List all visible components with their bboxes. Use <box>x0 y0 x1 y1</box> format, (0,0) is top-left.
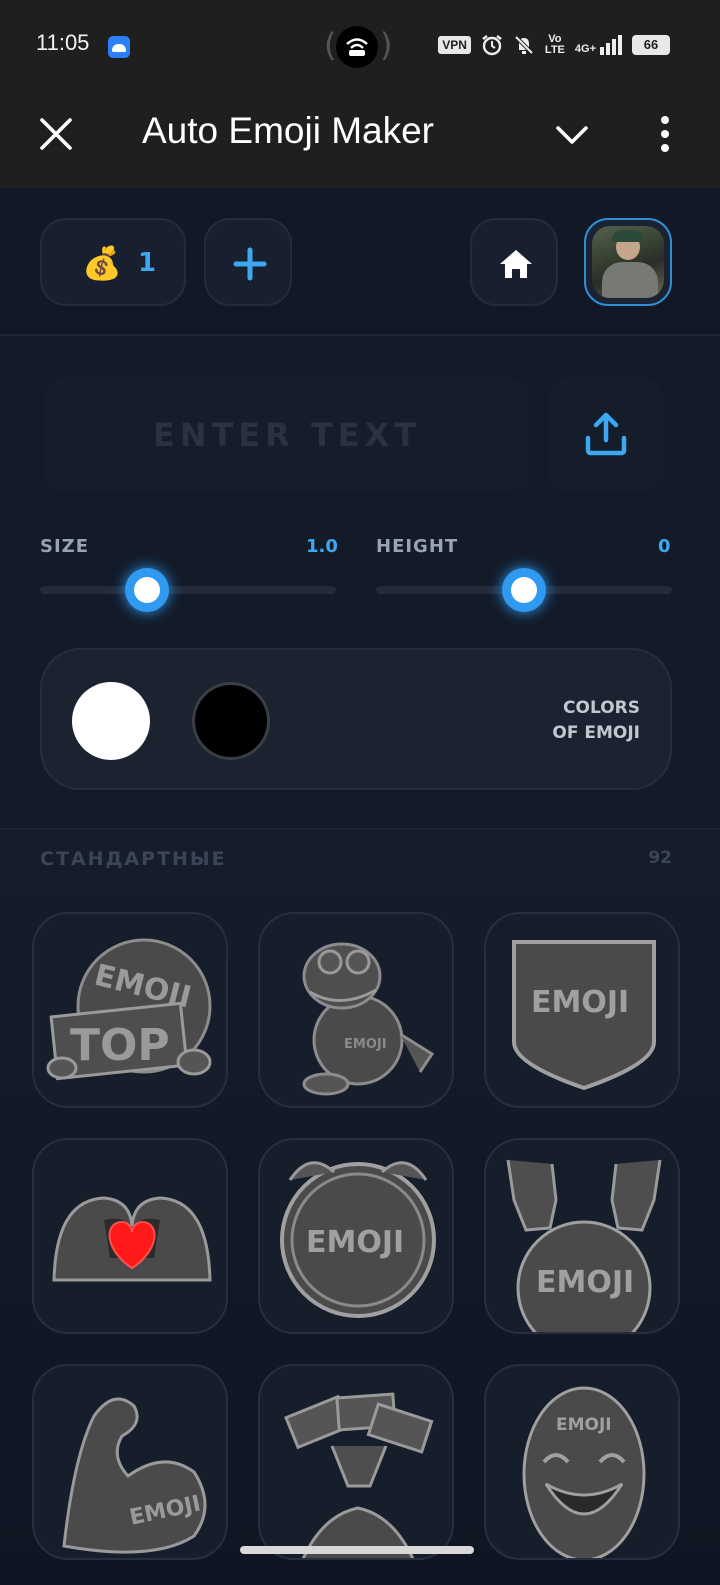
alarm-icon <box>482 35 502 56</box>
mute-icon <box>514 35 534 55</box>
hotspot-indicator: ( ) <box>324 24 392 68</box>
money-bag-icon: 💰 <box>82 244 122 282</box>
upload-icon <box>585 412 627 456</box>
coins-count: 1 <box>138 248 157 278</box>
signal-icon: 4G+ <box>575 35 622 55</box>
volte-indicator: Vo LTE <box>544 33 565 56</box>
svg-text:EMOJI: EMOJI <box>344 1037 387 1052</box>
size-slider-thumb[interactable] <box>124 568 169 612</box>
android-app-icon <box>108 36 130 58</box>
chevron-down-icon[interactable] <box>552 118 592 154</box>
svg-text:EMOJI: EMOJI <box>556 1415 612 1435</box>
upload-button[interactable] <box>548 378 664 492</box>
hotspot-icon <box>336 26 378 68</box>
status-time: 11:05 <box>36 30 90 55</box>
plus-icon <box>233 247 267 281</box>
emoji-tile-smile-mask[interactable]: EMOJI <box>484 1364 680 1560</box>
emoji-colors-panel: COLORS OF EMOJI <box>40 648 672 790</box>
battery-icon: 66 <box>632 35 670 55</box>
emoji-tile-heart-hands[interactable] <box>32 1138 228 1334</box>
text-input[interactable]: ENTER TEXT <box>44 378 530 492</box>
height-value: 0 <box>658 536 671 557</box>
height-slider-thumb[interactable] <box>502 568 546 612</box>
more-vert-icon[interactable] <box>650 114 680 154</box>
size-slider-track[interactable] <box>40 586 336 594</box>
color-swatch-black[interactable] <box>192 682 270 760</box>
text-input-placeholder: ENTER TEXT <box>152 416 422 454</box>
emoji-templates-section: СТАНДАРТНЫЕ 92 EMOJI TOP EMOJI EMOJI EMO… <box>0 830 720 1585</box>
add-button[interactable] <box>204 218 292 306</box>
color-swatch-white[interactable] <box>72 682 150 760</box>
svg-text:TOP: TOP <box>70 1020 170 1071</box>
emoji-tile-flex-arm[interactable]: EMOJI <box>32 1364 228 1560</box>
status-bar: 11:05 ( ) VPN Vo LTE 4G+ 66 <box>0 0 720 88</box>
emoji-tile-rock-hands[interactable]: EMOJI <box>484 1138 680 1334</box>
home-button[interactable] <box>470 218 558 306</box>
section-count: 92 <box>648 848 672 868</box>
gesture-nav-bar[interactable] <box>240 1546 474 1554</box>
avatar-image <box>592 226 664 298</box>
section-title: СТАНДАРТНЫЕ <box>40 848 227 870</box>
emoji-editor: ENTER TEXT SIZE 1.0 HEIGHT 0 COLORS OF E… <box>0 336 720 830</box>
vpn-badge: VPN <box>438 36 471 54</box>
svg-text:EMOJI: EMOJI <box>531 985 629 1020</box>
profile-avatar[interactable] <box>584 218 672 306</box>
emoji-tile-round-badge[interactable]: EMOJI <box>258 1138 454 1334</box>
emoji-tile-shield[interactable]: EMOJI <box>484 912 680 1108</box>
svg-text:EMOJI: EMOJI <box>306 1225 404 1260</box>
app-title: Auto Emoji Maker <box>142 110 434 151</box>
height-label: HEIGHT <box>376 536 459 557</box>
size-label: SIZE <box>40 536 90 557</box>
emoji-tile-frog[interactable]: EMOJI <box>258 912 454 1108</box>
app-bar: Auto Emoji Maker <box>0 88 720 188</box>
colors-of-emoji-label: COLORS OF EMOJI <box>552 698 640 743</box>
size-value: 1.0 <box>306 536 338 557</box>
close-icon[interactable] <box>36 114 76 154</box>
emoji-tile-top-sign[interactable]: EMOJI TOP <box>32 912 228 1108</box>
coins-button[interactable]: 💰 1 <box>40 218 186 306</box>
emoji-tile-money-hand[interactable] <box>258 1364 454 1560</box>
svg-text:EMOJI: EMOJI <box>536 1265 634 1300</box>
top-toolbar: 💰 1 <box>0 188 720 336</box>
home-icon <box>500 250 532 278</box>
